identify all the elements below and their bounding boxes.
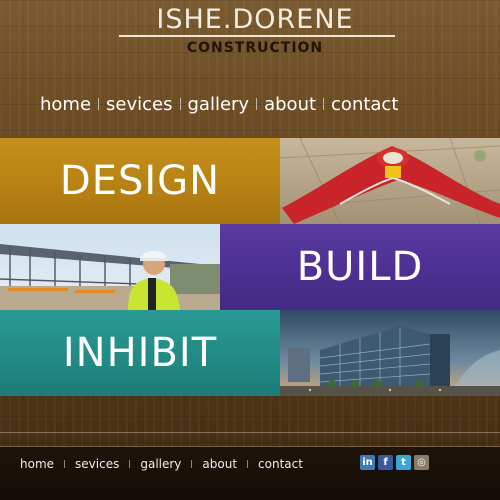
footer-nav-gallery[interactable]: gallery [140, 457, 181, 471]
nav-separator [98, 98, 100, 110]
build-row: BUILD [0, 224, 500, 310]
social-links: in f t ◎ [360, 455, 429, 470]
footer-divider-top [0, 432, 500, 433]
nav-home[interactable]: home [40, 94, 91, 115]
nav-separator [179, 98, 181, 110]
footer-separator [129, 460, 131, 468]
footer-nav-services[interactable]: sevices [75, 457, 119, 471]
construction-worker-photo[interactable] [0, 224, 220, 310]
footer-nav-about[interactable]: about [202, 457, 237, 471]
ferrari-world-photo[interactable] [280, 138, 500, 224]
nav-about[interactable]: about [264, 94, 316, 115]
inhibit-panel[interactable]: INHIBIT [0, 310, 280, 396]
footer-separator [64, 460, 66, 468]
main-nav: home sevices gallery about contact [40, 92, 398, 116]
modern-building-photo[interactable] [280, 310, 500, 396]
nav-contact[interactable]: contact [331, 94, 398, 115]
nav-separator [256, 98, 258, 110]
brand-title[interactable]: ISHE.DORENE [120, 4, 390, 35]
build-panel[interactable]: BUILD [220, 224, 500, 310]
footer-nav: home sevices gallery about contact [20, 456, 303, 472]
nav-services[interactable]: sevices [106, 94, 172, 115]
nav-gallery[interactable]: gallery [188, 94, 250, 115]
footer-nav-contact[interactable]: contact [258, 457, 303, 471]
linkedin-icon[interactable]: in [360, 455, 375, 470]
brand-subtitle: CONSTRUCTION [186, 40, 324, 56]
footer-separator [247, 460, 249, 468]
design-panel[interactable]: DESIGN [0, 138, 280, 224]
nav-separator [323, 98, 325, 110]
brand-divider [119, 35, 395, 37]
facebook-icon[interactable]: f [378, 455, 393, 470]
footer-nav-home[interactable]: home [20, 457, 54, 471]
instagram-icon[interactable]: ◎ [414, 455, 429, 470]
site-header: ISHE.DORENE CONSTRUCTION home sevices ga… [0, 0, 500, 135]
footer-separator [191, 460, 193, 468]
twitter-icon[interactable]: t [396, 455, 411, 470]
inhibit-row: INHIBIT [0, 310, 500, 396]
design-row: DESIGN [0, 138, 500, 224]
